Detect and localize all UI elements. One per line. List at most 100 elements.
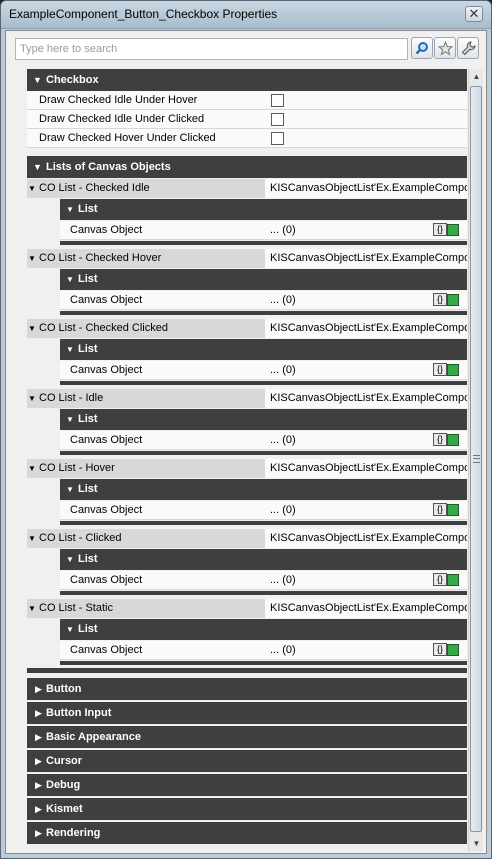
expanded-arrow-icon: ▼: [66, 415, 74, 424]
scroll-up-arrow-icon[interactable]: ▲: [469, 69, 484, 84]
co-list-row[interactable]: ▼ CO List - Clicked KISCanvasObjectList'…: [27, 529, 467, 548]
star-icon: [437, 40, 453, 56]
co-list-value[interactable]: KISCanvasObjectList'Ex.ExampleCompon: [270, 389, 467, 408]
array-edit-controls[interactable]: {}: [433, 573, 463, 587]
canvas-object-row: Canvas Object ... (0) {}: [60, 501, 467, 520]
canvas-object-value[interactable]: ... (0): [270, 431, 296, 450]
co-list-value[interactable]: KISCanvasObjectList'Ex.ExampleCompon: [270, 599, 467, 618]
add-green-icon[interactable]: [447, 644, 459, 656]
list-label: List: [78, 343, 98, 355]
canvas-object-value[interactable]: ... (0): [270, 571, 296, 590]
collapsed-arrow-icon: ▶: [35, 804, 42, 814]
list-header[interactable]: ▼ List: [60, 199, 467, 220]
section-divider: [27, 668, 467, 673]
collapsed-arrow-icon: ▶: [35, 732, 42, 742]
checkbox[interactable]: [271, 132, 284, 145]
favorite-button[interactable]: [434, 37, 456, 59]
property-grid: ▼ Checkbox Draw Checked Idle Under Hover…: [27, 69, 467, 851]
vertical-scrollbar[interactable]: ▲ ▼: [468, 69, 483, 851]
list-header[interactable]: ▼ List: [60, 479, 467, 500]
search-button[interactable]: [411, 37, 433, 59]
section-header-collapsed[interactable]: ▶ Button: [27, 678, 467, 700]
array-edit-controls[interactable]: {}: [433, 643, 463, 657]
co-list-value[interactable]: KISCanvasObjectList'Ex.ExampleCompon: [270, 249, 467, 268]
array-edit-controls[interactable]: {}: [433, 363, 463, 377]
list-footer: [60, 241, 467, 245]
section-header-collapsed[interactable]: ▶ Button Input: [27, 702, 467, 724]
section-header-collapsed[interactable]: ▶ Rendering: [27, 822, 467, 844]
co-list-row[interactable]: ▼ CO List - Idle KISCanvasObjectList'Ex.…: [27, 389, 467, 408]
braces-icon[interactable]: {}: [433, 223, 447, 236]
canvas-object-value[interactable]: ... (0): [270, 641, 296, 660]
canvas-object-name: Canvas Object: [70, 504, 143, 516]
expanded-arrow-icon: ▼: [66, 205, 74, 214]
section-header-collapsed[interactable]: ▶ Cursor: [27, 750, 467, 772]
section-label: Rendering: [46, 827, 101, 839]
braces-icon[interactable]: {}: [433, 643, 447, 656]
list-header[interactable]: ▼ List: [60, 339, 467, 360]
list-header[interactable]: ▼ List: [60, 409, 467, 430]
properties-window: ExampleComponent_Button_Checkbox Propert…: [0, 0, 492, 859]
section-label: Button Input: [46, 707, 112, 719]
scroll-down-arrow-icon[interactable]: ▼: [469, 836, 484, 851]
array-edit-controls[interactable]: {}: [433, 293, 463, 307]
section-label: Button: [46, 683, 82, 695]
co-list-row[interactable]: ▼ CO List - Hover KISCanvasObjectList'Ex…: [27, 459, 467, 478]
add-green-icon[interactable]: [447, 224, 459, 236]
section-label: Cursor: [46, 755, 83, 767]
close-button[interactable]: ✕: [465, 6, 483, 22]
add-green-icon[interactable]: [447, 434, 459, 446]
braces-icon[interactable]: {}: [433, 503, 447, 516]
array-edit-controls[interactable]: {}: [433, 223, 463, 237]
window-title: ExampleComponent_Button_Checkbox Propert…: [9, 7, 278, 21]
co-list-row[interactable]: ▼ CO List - Static KISCanvasObjectList'E…: [27, 599, 467, 618]
canvas-object-value[interactable]: ... (0): [270, 501, 296, 520]
co-list-name: CO List - Static: [39, 602, 113, 614]
collapsed-arrow-icon: ▶: [35, 708, 42, 718]
settings-button[interactable]: [457, 37, 479, 59]
canvas-object-row: Canvas Object ... (0) {}: [60, 361, 467, 380]
co-list-value[interactable]: KISCanvasObjectList'Ex.ExampleCompon: [270, 529, 467, 548]
add-green-icon[interactable]: [447, 364, 459, 376]
title-bar[interactable]: ExampleComponent_Button_Checkbox Propert…: [1, 1, 491, 29]
section-label: Lists of Canvas Objects: [46, 161, 171, 173]
canvas-object-value[interactable]: ... (0): [270, 221, 296, 240]
section-header-collapsed[interactable]: ▶ Debug: [27, 774, 467, 796]
list-label: List: [78, 413, 98, 425]
add-green-icon[interactable]: [447, 294, 459, 306]
add-green-icon[interactable]: [447, 504, 459, 516]
search-input[interactable]: [15, 38, 408, 60]
co-list-row[interactable]: ▼ CO List - Checked Idle KISCanvasObject…: [27, 179, 467, 198]
co-list-value[interactable]: KISCanvasObjectList'Ex.ExampleCompon: [270, 179, 467, 198]
section-header-checkbox[interactable]: ▼ Checkbox: [27, 69, 467, 91]
expanded-arrow-icon: ▼: [28, 324, 36, 333]
add-green-icon[interactable]: [447, 574, 459, 586]
list-label: List: [78, 203, 98, 215]
canvas-object-name: Canvas Object: [70, 434, 143, 446]
scroll-thumb[interactable]: [470, 86, 482, 832]
array-edit-controls[interactable]: {}: [433, 433, 463, 447]
list-header[interactable]: ▼ List: [60, 549, 467, 570]
grip-icon: [473, 455, 480, 463]
checkbox[interactable]: [271, 113, 284, 126]
canvas-object-value[interactable]: ... (0): [270, 291, 296, 310]
list-label: List: [78, 623, 98, 635]
list-header[interactable]: ▼ List: [60, 269, 467, 290]
list-header[interactable]: ▼ List: [60, 619, 467, 640]
co-list-row[interactable]: ▼ CO List - Checked Hover KISCanvasObjec…: [27, 249, 467, 268]
braces-icon[interactable]: {}: [433, 433, 447, 446]
braces-icon[interactable]: {}: [433, 573, 447, 586]
co-list-value[interactable]: KISCanvasObjectList'Ex.ExampleCompon: [270, 319, 467, 338]
expanded-arrow-icon: ▼: [66, 555, 74, 564]
section-header-collapsed[interactable]: ▶ Kismet: [27, 798, 467, 820]
canvas-object-value[interactable]: ... (0): [270, 361, 296, 380]
checkbox[interactable]: [271, 94, 284, 107]
co-list-row[interactable]: ▼ CO List - Checked Clicked KISCanvasObj…: [27, 319, 467, 338]
array-edit-controls[interactable]: {}: [433, 503, 463, 517]
section-header-collapsed[interactable]: ▶ Basic Appearance: [27, 726, 467, 748]
section-header-lists[interactable]: ▼ Lists of Canvas Objects: [27, 156, 467, 178]
braces-icon[interactable]: {}: [433, 293, 447, 306]
collapsed-arrow-icon: ▶: [35, 828, 42, 838]
braces-icon[interactable]: {}: [433, 363, 447, 376]
co-list-value[interactable]: KISCanvasObjectList'Ex.ExampleCompon: [270, 459, 467, 478]
